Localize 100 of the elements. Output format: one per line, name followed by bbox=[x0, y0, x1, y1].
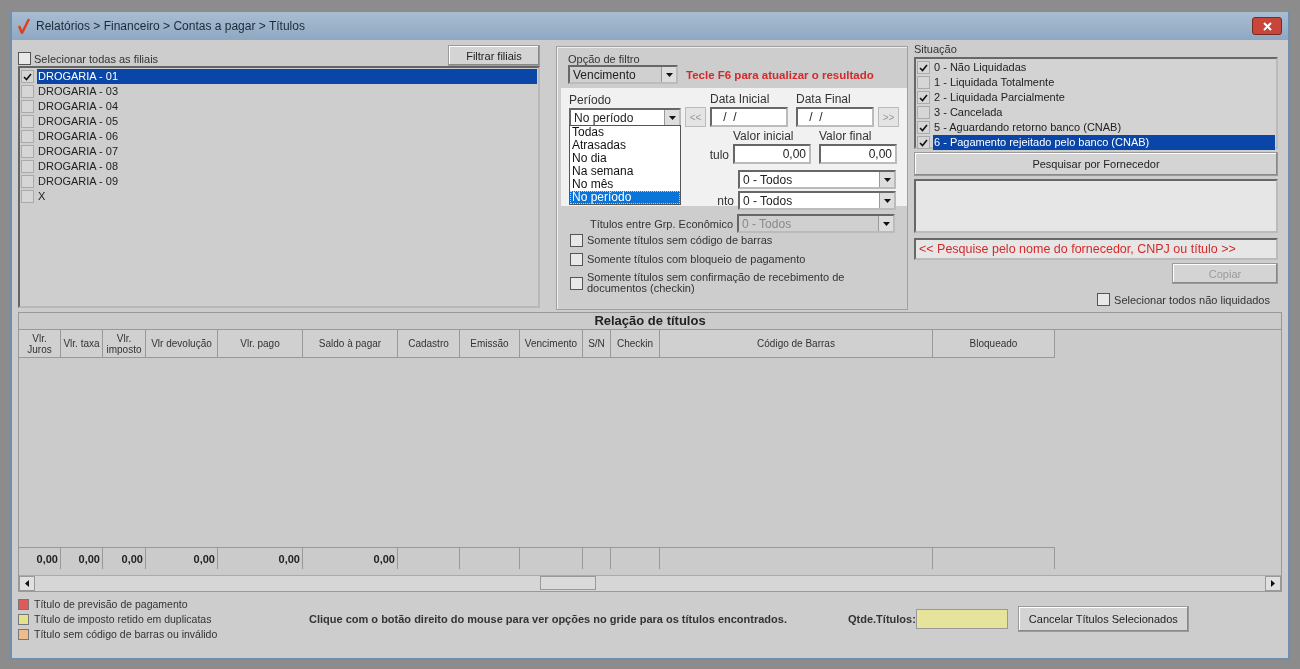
dropdown-select[interactable]: 0 - Todos bbox=[738, 191, 896, 210]
checkbox[interactable] bbox=[917, 76, 930, 89]
branch-item[interactable]: DROGARIA - 01 bbox=[37, 69, 537, 84]
status-item[interactable]: 5 - Aguardando retorno banco (CNAB) bbox=[933, 120, 1275, 135]
start-value-field[interactable]: 0,00 bbox=[733, 144, 811, 164]
cancel-titles-button[interactable]: Cancelar Títulos Selecionados bbox=[1017, 606, 1189, 632]
column-header[interactable]: S/N bbox=[583, 330, 611, 358]
column-header[interactable]: Código de Barras bbox=[660, 330, 933, 358]
filter-option-select[interactable]: Vencimento bbox=[568, 65, 678, 84]
total-cell: 0,00 bbox=[61, 547, 103, 569]
group-label: Títulos entre Grp. Econômico bbox=[589, 217, 733, 230]
total-cell: 0,00 bbox=[103, 547, 146, 569]
period-label: Período bbox=[569, 93, 613, 107]
row-label: nto bbox=[717, 193, 734, 208]
end-value-label: Valor final bbox=[819, 129, 873, 143]
status-item[interactable]: 6 - Pagamento rejeitado pelo banco (CNAB) bbox=[933, 135, 1275, 150]
end-value-field[interactable]: 0,00 bbox=[819, 144, 897, 164]
refresh-hint: Tecle F6 para atualizar o resultado bbox=[686, 68, 874, 81]
column-header[interactable]: Vlr. Juros bbox=[19, 330, 61, 358]
filter-branches-button[interactable]: Filtrar filiais bbox=[448, 45, 540, 66]
filter-option-label: Opção de filtro bbox=[567, 53, 641, 65]
start-date-label: Data Inicial bbox=[710, 92, 771, 106]
total-cell bbox=[460, 547, 520, 569]
total-cell: 0,00 bbox=[218, 547, 303, 569]
checkbox[interactable] bbox=[917, 91, 930, 104]
branch-item[interactable]: DROGARIA - 07 bbox=[37, 144, 537, 159]
checkbox[interactable] bbox=[917, 61, 930, 74]
status-item[interactable]: 3 - Cancelada bbox=[933, 105, 1275, 120]
window-title: Relatórios > Financeiro > Contas a pagar > Títulos bbox=[36, 19, 306, 33]
checkbox-label: Somente títulos com bloqueio de pagamento bbox=[587, 254, 806, 265]
checkbox[interactable] bbox=[21, 70, 34, 83]
total-cell: 0,00 bbox=[146, 547, 218, 569]
branch-item[interactable]: DROGARIA - 05 bbox=[37, 114, 537, 129]
supplier-search-field[interactable]: << Pesquise pelo nome do fornecedor, CNPJ ou título >> bbox=[914, 238, 1278, 260]
checkbox[interactable] bbox=[917, 121, 930, 134]
checkbox[interactable] bbox=[570, 253, 583, 266]
checkbox[interactable] bbox=[917, 106, 930, 119]
checkbox-label: Somente títulos sem código de barras bbox=[587, 235, 773, 246]
column-header[interactable]: Bloqueado bbox=[933, 330, 1055, 358]
checkbox[interactable] bbox=[21, 100, 34, 113]
branch-item[interactable]: DROGARIA - 09 bbox=[37, 174, 537, 189]
legend-label: Título de imposto retido em duplicatas bbox=[34, 613, 212, 625]
start-value-label: Valor inicial bbox=[733, 129, 795, 143]
legend-label: Título de previsão de pagamento bbox=[34, 598, 188, 610]
column-header[interactable]: Saldo à pagar bbox=[303, 330, 398, 358]
total-cell bbox=[583, 547, 611, 569]
end-date-field[interactable]: / / bbox=[796, 107, 874, 127]
checkbox[interactable] bbox=[21, 190, 34, 203]
total-cell: 0,00 bbox=[19, 547, 61, 569]
status-item[interactable]: 2 - Liquidada Parcialmente bbox=[933, 90, 1275, 105]
checkbox-label: Selecionar todas as filiais bbox=[34, 52, 159, 65]
checkbox[interactable] bbox=[570, 234, 583, 247]
branch-item[interactable]: DROGARIA - 04 bbox=[37, 99, 537, 114]
checkbox[interactable] bbox=[1097, 293, 1111, 306]
count-label: Qtde.Títulos: bbox=[848, 613, 916, 625]
horizontal-scrollbar[interactable] bbox=[19, 575, 1281, 591]
column-header[interactable]: Vlr. imposto bbox=[103, 330, 146, 358]
column-header[interactable]: Vlr. pago bbox=[218, 330, 303, 358]
checkbox[interactable] bbox=[18, 52, 31, 65]
branch-item[interactable]: DROGARIA - 06 bbox=[37, 129, 537, 144]
branch-item[interactable]: DROGARIA - 08 bbox=[37, 159, 537, 174]
checkbox-label: Somente títulos sem confirmação de recebimento de documentos (checkin) bbox=[587, 272, 846, 294]
column-header[interactable]: Emissão bbox=[460, 330, 520, 358]
close-button[interactable] bbox=[1252, 17, 1282, 35]
total-cell bbox=[520, 547, 583, 569]
column-header[interactable]: Checkin bbox=[611, 330, 660, 358]
search-supplier-button[interactable]: Pesquisar por Fornecedor bbox=[914, 152, 1278, 176]
column-header[interactable]: Cadastro bbox=[398, 330, 460, 358]
end-date-label: Data Final bbox=[796, 92, 852, 106]
scrollbar-thumb[interactable] bbox=[540, 576, 596, 590]
checkbox[interactable] bbox=[21, 160, 34, 173]
column-header[interactable]: Vencimento bbox=[520, 330, 583, 358]
checkbox[interactable] bbox=[570, 276, 583, 290]
scroll-right-icon[interactable] bbox=[1265, 576, 1281, 591]
total-cell bbox=[398, 547, 460, 569]
checkbox[interactable] bbox=[21, 175, 34, 188]
start-date-field[interactable]: / / bbox=[710, 107, 788, 127]
column-header[interactable]: Vlr. taxa bbox=[61, 330, 103, 358]
checkbox-label: Selecionar todos não liquidados bbox=[1114, 293, 1270, 306]
row-label: tulo bbox=[709, 148, 729, 162]
checkbox[interactable] bbox=[21, 145, 34, 158]
total-cell: 0,00 bbox=[303, 547, 398, 569]
checkbox[interactable] bbox=[917, 136, 930, 149]
branch-item[interactable]: DROGARIA - 03 bbox=[37, 84, 537, 99]
count-field[interactable] bbox=[915, 609, 1008, 629]
dropdown-option[interactable]: No período bbox=[570, 191, 680, 204]
status-item[interactable]: 1 - Liquidada Totalmente bbox=[933, 75, 1275, 90]
checkbox[interactable] bbox=[21, 130, 34, 143]
total-cell bbox=[611, 547, 660, 569]
status-label: Situação bbox=[914, 44, 958, 54]
scroll-left-icon[interactable] bbox=[19, 576, 35, 591]
grid-hint: Clique com o botão direito do mouse para ver opções no gride para os títulos encontrados. bbox=[308, 613, 788, 625]
checkbox[interactable] bbox=[21, 115, 34, 128]
branch-item[interactable]: X bbox=[37, 189, 537, 204]
dropdown-select[interactable]: 0 - Todos bbox=[738, 170, 896, 189]
legend-label: Título sem código de barras ou inválido bbox=[34, 628, 218, 640]
close-icon bbox=[1262, 21, 1272, 31]
status-item[interactable]: 0 - Não Liquidadas bbox=[933, 60, 1275, 75]
checkbox[interactable] bbox=[21, 85, 34, 98]
column-header[interactable]: Vlr devolução bbox=[146, 330, 218, 358]
